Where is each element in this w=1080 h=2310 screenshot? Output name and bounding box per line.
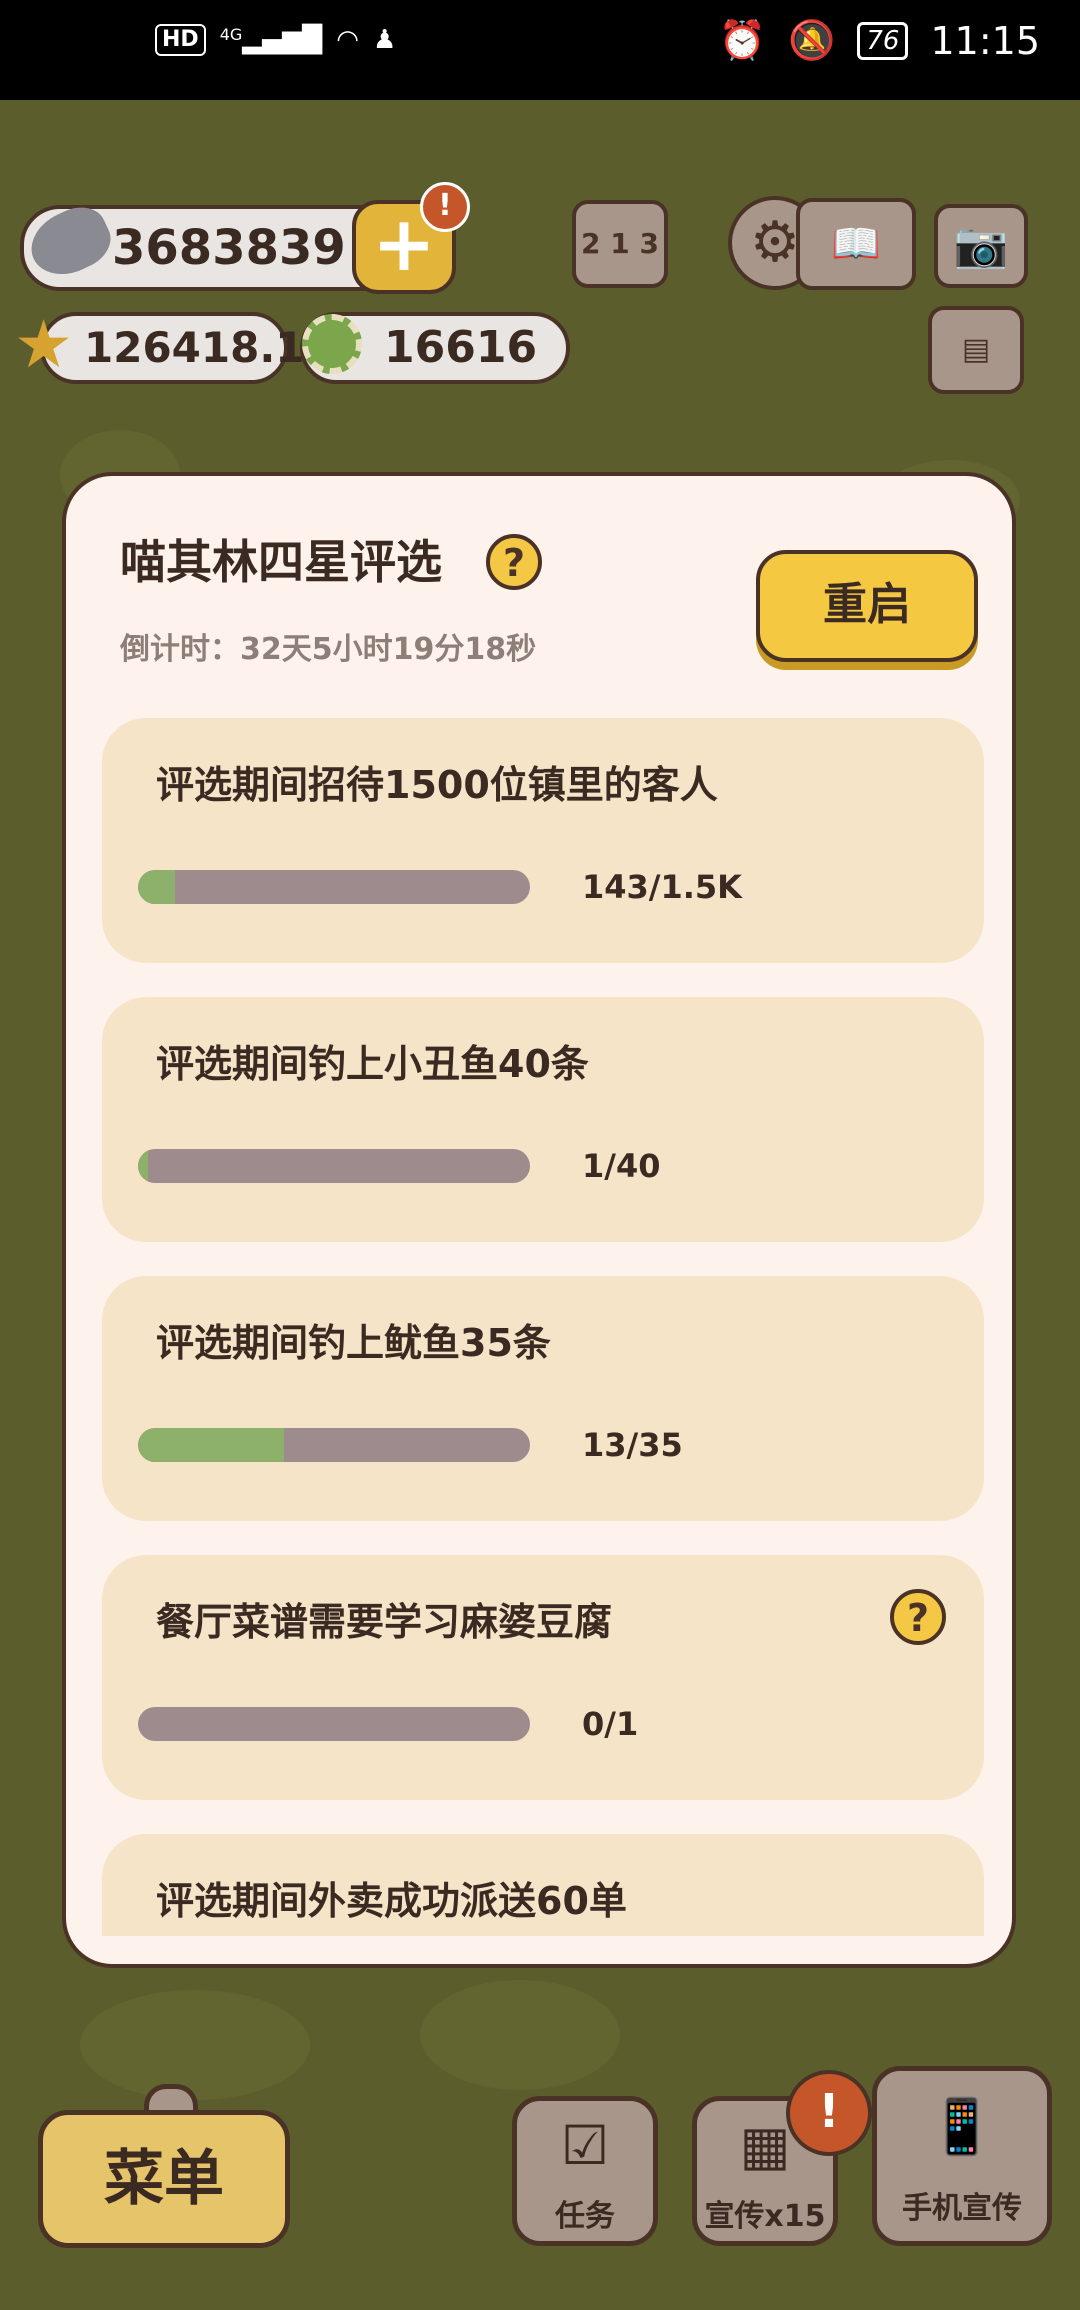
task-help-icon[interactable]: ? — [890, 1589, 946, 1645]
progress-bar — [138, 1149, 530, 1183]
alert-badge-icon: ! — [786, 2070, 872, 2156]
promo-button-label: 宣传x15 — [704, 2199, 826, 2234]
wifi-icon: ◠ — [336, 25, 359, 55]
task-list[interactable]: 评选期间招待1500位镇里的客人 143/1.5K 评选期间钓上小丑鱼40条 1… — [102, 718, 984, 1936]
task-card: 评选期间钓上小丑鱼40条 1/40 — [102, 997, 984, 1242]
status-bar: HD 4G▂▄▆█ ◠ ♟ ⏰ 🔕 76 11:15 — [0, 0, 1080, 100]
signal-label: 4G — [219, 25, 243, 44]
task-card: 评选期间招待1500位镇里的客人 143/1.5K — [102, 718, 984, 963]
menu-button[interactable]: 菜单 — [38, 2110, 290, 2248]
battery-icon: 76 — [857, 21, 909, 60]
rating-modal: 喵其林四星评选 ? 倒计时：32天5小时19分18秒 重启 评选期间招待1500… — [62, 472, 1016, 1968]
status-right: ⏰ 🔕 76 11:15 — [719, 18, 1040, 63]
task-title: 评选期间钓上小丑鱼40条 — [156, 1042, 589, 1086]
qq-icon: ♟ — [372, 25, 397, 55]
progress-fill — [138, 1149, 148, 1183]
task-title: 餐厅菜谱需要学习麻婆豆腐 — [156, 1600, 613, 1644]
recipe-book-icon[interactable]: 📖 — [796, 198, 916, 290]
alarm-icon: ⏰ — [718, 18, 767, 62]
signal-icon: 4G▂▄▆█ — [219, 25, 323, 55]
task-progress: 143/1.5K — [582, 868, 742, 906]
progress-fill — [138, 870, 176, 904]
status-left: HD 4G▂▄▆█ ◠ ♟ — [155, 24, 396, 56]
task-card: 评选期间外卖成功派送60单 — [102, 1834, 984, 1936]
task-progress: 0/1 — [582, 1705, 639, 1743]
scene-decoration — [80, 1990, 310, 2100]
task-title: 评选期间外卖成功派送60单 — [156, 1879, 627, 1923]
hd-indicator: HD — [155, 24, 206, 56]
task-card: 餐厅菜谱需要学习麻婆豆腐 ? 0/1 — [102, 1555, 984, 1800]
progress-bar — [138, 1707, 530, 1741]
clock: 11:15 — [930, 18, 1040, 63]
task-card: 评选期间钓上鱿鱼35条 13/35 — [102, 1276, 984, 1521]
phone-promo-label: 手机宣传 — [902, 2191, 1022, 2226]
task-title: 评选期间招待1500位镇里的客人 — [156, 763, 718, 807]
restart-button[interactable]: 重启 — [756, 550, 978, 662]
title-help-icon[interactable]: ? — [486, 534, 542, 590]
task-progress: 13/35 — [582, 1426, 683, 1464]
task-button[interactable]: ☑ 任务 — [512, 2096, 658, 2246]
task-progress: 1/40 — [582, 1147, 661, 1185]
alert-badge-icon: ! — [420, 182, 470, 232]
mute-icon: 🔕 — [788, 18, 836, 62]
progress-bar — [138, 1428, 530, 1462]
newspaper-icon[interactable]: ▤ — [928, 306, 1024, 394]
coin-icon — [302, 314, 362, 374]
phone-promo-button[interactable]: 📱 手机宣传 — [872, 2066, 1052, 2246]
star-currency: 126418.1 — [40, 312, 305, 384]
progress-fill — [138, 1428, 284, 1462]
progress-bar — [138, 870, 530, 904]
countdown-timer: 倒计时：32天5小时19分18秒 — [120, 632, 537, 667]
leaderboard-icon[interactable]: 2 1 3 — [572, 200, 668, 288]
scene-decoration — [420, 1980, 620, 2090]
task-title: 评选期间钓上鱿鱼35条 — [156, 1321, 551, 1365]
phone-icon: 📱 — [928, 2095, 996, 2158]
task-button-label: 任务 — [555, 2199, 615, 2234]
checklist-icon: ☑ — [560, 2114, 610, 2177]
star-icon: ★ — [14, 306, 74, 383]
modal-title: 喵其林四星评选 — [120, 535, 442, 589]
camera-icon[interactable]: 📷 — [934, 204, 1028, 288]
